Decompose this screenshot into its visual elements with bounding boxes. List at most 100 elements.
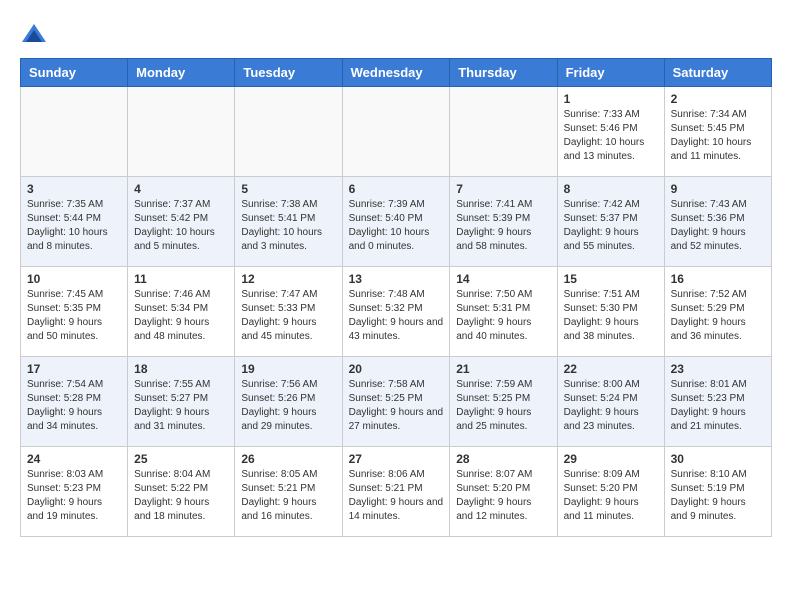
day-info: Sunrise: 7:50 AM Sunset: 5:31 PM Dayligh… bbox=[456, 288, 550, 344]
calendar-day-cell: 17 Sunrise: 7:54 AM Sunset: 5:28 PM Dayli… bbox=[21, 357, 128, 447]
day-number: 28 bbox=[456, 452, 550, 466]
day-info: Sunrise: 7:45 AM Sunset: 5:35 PM Dayligh… bbox=[27, 288, 121, 344]
calendar-day-cell: 1Sunrise: 7:33 AM Sunset: 5:46 PM Daylig… bbox=[557, 87, 664, 177]
day-number: 6 bbox=[349, 182, 444, 196]
weekday-header: Monday bbox=[128, 59, 235, 87]
day-info: Sunrise: 7:51 AM Sunset: 5:30 PM Dayligh… bbox=[564, 288, 658, 344]
calendar-week-row: 17 Sunrise: 7:54 AM Sunset: 5:28 PM Dayli… bbox=[21, 357, 772, 447]
calendar-day-cell bbox=[21, 87, 128, 177]
day-number: 16 bbox=[671, 272, 765, 286]
calendar-day-cell: 11 Sunrise: 7:46 AM Sunset: 5:34 PM Dayli… bbox=[128, 267, 235, 357]
calendar-day-cell: 25 Sunrise: 8:04 AM Sunset: 5:22 PM Dayli… bbox=[128, 447, 235, 537]
day-info: Sunrise: 7:58 AM Sunset: 5:25 PM Dayligh… bbox=[349, 378, 444, 434]
calendar-day-cell: 9Sunrise: 7:43 AM Sunset: 5:36 PM Daylig… bbox=[664, 177, 771, 267]
day-info: Sunrise: 7:41 AM Sunset: 5:39 PM Dayligh… bbox=[456, 198, 550, 254]
calendar-day-cell: 19 Sunrise: 7:56 AM Sunset: 5:26 PM Dayli… bbox=[235, 357, 342, 447]
weekday-header: Friday bbox=[557, 59, 664, 87]
calendar-day-cell: 14 Sunrise: 7:50 AM Sunset: 5:31 PM Dayli… bbox=[450, 267, 557, 357]
day-info: Sunrise: 8:03 AM Sunset: 5:23 PM Dayligh… bbox=[27, 468, 121, 524]
day-number: 12 bbox=[241, 272, 335, 286]
day-number: 26 bbox=[241, 452, 335, 466]
day-info: Sunrise: 7:56 AM Sunset: 5:26 PM Dayligh… bbox=[241, 378, 335, 434]
day-number: 15 bbox=[564, 272, 658, 286]
calendar-day-cell: 27 Sunrise: 8:06 AM Sunset: 5:21 PM Dayli… bbox=[342, 447, 450, 537]
day-number: 13 bbox=[349, 272, 444, 286]
calendar-day-cell: 21 Sunrise: 7:59 AM Sunset: 5:25 PM Dayli… bbox=[450, 357, 557, 447]
calendar-day-cell: 23 Sunrise: 8:01 AM Sunset: 5:23 PM Dayli… bbox=[664, 357, 771, 447]
calendar-day-cell: 26 Sunrise: 8:05 AM Sunset: 5:21 PM Dayli… bbox=[235, 447, 342, 537]
calendar-day-cell bbox=[128, 87, 235, 177]
day-info: Sunrise: 7:47 AM Sunset: 5:33 PM Dayligh… bbox=[241, 288, 335, 344]
calendar-week-row: 3Sunrise: 7:35 AM Sunset: 5:44 PM Daylig… bbox=[21, 177, 772, 267]
calendar-day-cell: 15 Sunrise: 7:51 AM Sunset: 5:30 PM Dayli… bbox=[557, 267, 664, 357]
weekday-header: Sunday bbox=[21, 59, 128, 87]
day-number: 27 bbox=[349, 452, 444, 466]
day-info: Sunrise: 8:07 AM Sunset: 5:20 PM Dayligh… bbox=[456, 468, 550, 524]
day-info: Sunrise: 8:00 AM Sunset: 5:24 PM Dayligh… bbox=[564, 378, 658, 434]
calendar-day-cell: 16 Sunrise: 7:52 AM Sunset: 5:29 PM Dayli… bbox=[664, 267, 771, 357]
calendar-day-cell bbox=[235, 87, 342, 177]
calendar-day-cell: 24 Sunrise: 8:03 AM Sunset: 5:23 PM Dayli… bbox=[21, 447, 128, 537]
day-number: 3 bbox=[27, 182, 121, 196]
calendar-day-cell: 5 Sunrise: 7:38 AM Sunset: 5:41 PM Daylig… bbox=[235, 177, 342, 267]
day-info: Sunrise: 8:05 AM Sunset: 5:21 PM Dayligh… bbox=[241, 468, 335, 524]
day-info: Sunrise: 7:34 AM Sunset: 5:45 PM Dayligh… bbox=[671, 108, 765, 164]
day-number: 21 bbox=[456, 362, 550, 376]
day-number: 14 bbox=[456, 272, 550, 286]
calendar-week-row: 1Sunrise: 7:33 AM Sunset: 5:46 PM Daylig… bbox=[21, 87, 772, 177]
calendar-week-row: 10 Sunrise: 7:45 AM Sunset: 5:35 PM Dayli… bbox=[21, 267, 772, 357]
calendar-day-cell: 3Sunrise: 7:35 AM Sunset: 5:44 PM Daylig… bbox=[21, 177, 128, 267]
day-info: Sunrise: 7:52 AM Sunset: 5:29 PM Dayligh… bbox=[671, 288, 765, 344]
day-info: Sunrise: 7:33 AM Sunset: 5:46 PM Dayligh… bbox=[564, 108, 658, 164]
day-info: Sunrise: 7:54 AM Sunset: 5:28 PM Dayligh… bbox=[27, 378, 121, 434]
day-info: Sunrise: 7:42 AM Sunset: 5:37 PM Dayligh… bbox=[564, 198, 658, 254]
calendar-day-cell: 30 Sunrise: 8:10 AM Sunset: 5:19 PM Dayli… bbox=[664, 447, 771, 537]
calendar-day-cell: 13 Sunrise: 7:48 AM Sunset: 5:32 PM Dayli… bbox=[342, 267, 450, 357]
day-number: 17 bbox=[27, 362, 121, 376]
day-number: 30 bbox=[671, 452, 765, 466]
day-number: 4 bbox=[134, 182, 228, 196]
day-info: Sunrise: 7:37 AM Sunset: 5:42 PM Dayligh… bbox=[134, 198, 228, 254]
calendar-day-cell: 18Sunrise: 7:55 AM Sunset: 5:27 PM Dayli… bbox=[128, 357, 235, 447]
day-number: 10 bbox=[27, 272, 121, 286]
calendar-day-cell: 6 Sunrise: 7:39 AM Sunset: 5:40 PM Daylig… bbox=[342, 177, 450, 267]
calendar-day-cell: 29Sunrise: 8:09 AM Sunset: 5:20 PM Dayli… bbox=[557, 447, 664, 537]
day-info: Sunrise: 7:38 AM Sunset: 5:41 PM Dayligh… bbox=[241, 198, 335, 254]
calendar-day-cell: 20 Sunrise: 7:58 AM Sunset: 5:25 PM Dayli… bbox=[342, 357, 450, 447]
day-number: 5 bbox=[241, 182, 335, 196]
day-info: Sunrise: 7:48 AM Sunset: 5:32 PM Dayligh… bbox=[349, 288, 444, 344]
day-number: 19 bbox=[241, 362, 335, 376]
day-info: Sunrise: 8:01 AM Sunset: 5:23 PM Dayligh… bbox=[671, 378, 765, 434]
day-number: 22 bbox=[564, 362, 658, 376]
calendar-day-cell bbox=[450, 87, 557, 177]
logo bbox=[20, 20, 52, 48]
weekday-header: Thursday bbox=[450, 59, 557, 87]
day-number: 24 bbox=[27, 452, 121, 466]
day-info: Sunrise: 7:59 AM Sunset: 5:25 PM Dayligh… bbox=[456, 378, 550, 434]
day-number: 11 bbox=[134, 272, 228, 286]
calendar-day-cell: 12 Sunrise: 7:47 AM Sunset: 5:33 PM Dayli… bbox=[235, 267, 342, 357]
day-number: 20 bbox=[349, 362, 444, 376]
day-info: Sunrise: 7:43 AM Sunset: 5:36 PM Dayligh… bbox=[671, 198, 765, 254]
day-info: Sunrise: 8:04 AM Sunset: 5:22 PM Dayligh… bbox=[134, 468, 228, 524]
day-info: Sunrise: 8:06 AM Sunset: 5:21 PM Dayligh… bbox=[349, 468, 444, 524]
calendar-week-row: 24 Sunrise: 8:03 AM Sunset: 5:23 PM Dayli… bbox=[21, 447, 772, 537]
day-info: Sunrise: 7:39 AM Sunset: 5:40 PM Dayligh… bbox=[349, 198, 444, 254]
weekday-header: Saturday bbox=[664, 59, 771, 87]
day-info: Sunrise: 8:10 AM Sunset: 5:19 PM Dayligh… bbox=[671, 468, 765, 524]
calendar-day-cell: 4 Sunrise: 7:37 AM Sunset: 5:42 PM Daylig… bbox=[128, 177, 235, 267]
weekday-header: Wednesday bbox=[342, 59, 450, 87]
day-info: Sunrise: 8:09 AM Sunset: 5:20 PM Dayligh… bbox=[564, 468, 658, 524]
day-number: 18 bbox=[134, 362, 228, 376]
calendar-table: SundayMondayTuesdayWednesdayThursdayFrid… bbox=[20, 58, 772, 537]
calendar-day-cell: 28 Sunrise: 8:07 AM Sunset: 5:20 PM Dayli… bbox=[450, 447, 557, 537]
day-number: 25 bbox=[134, 452, 228, 466]
calendar-header-row: SundayMondayTuesdayWednesdayThursdayFrid… bbox=[21, 59, 772, 87]
calendar-day-cell: 8Sunrise: 7:42 AM Sunset: 5:37 PM Daylig… bbox=[557, 177, 664, 267]
day-number: 23 bbox=[671, 362, 765, 376]
calendar-day-cell: 2 Sunrise: 7:34 AM Sunset: 5:45 PM Daylig… bbox=[664, 87, 771, 177]
day-number: 2 bbox=[671, 92, 765, 106]
weekday-header: Tuesday bbox=[235, 59, 342, 87]
day-info: Sunrise: 7:46 AM Sunset: 5:34 PM Dayligh… bbox=[134, 288, 228, 344]
logo-icon bbox=[20, 20, 48, 48]
